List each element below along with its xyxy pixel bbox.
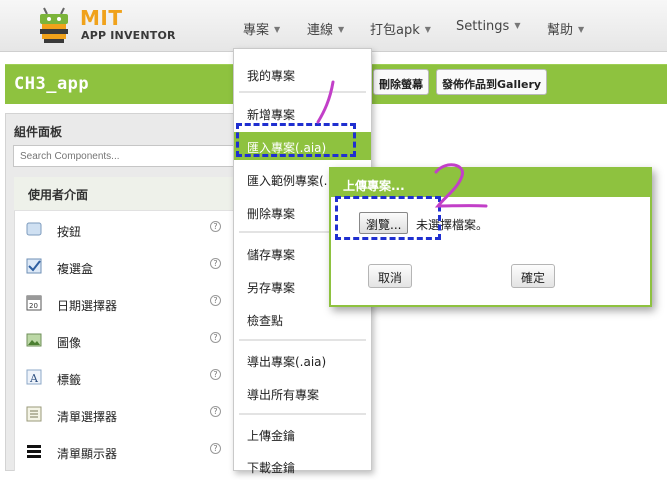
caret-down-icon: ▼ bbox=[514, 21, 521, 30]
caret-down-icon: ▼ bbox=[578, 25, 585, 34]
caret-down-icon: ▼ bbox=[274, 25, 281, 34]
svg-text:20: 20 bbox=[29, 302, 38, 310]
menu-item-download-keystore[interactable]: 下載金鑰 bbox=[234, 452, 371, 480]
remove-screen-button[interactable]: 刪除螢幕 bbox=[373, 69, 429, 95]
nav-settings-label: Settings bbox=[456, 19, 510, 34]
menu-item-my-projects[interactable]: 我的專案 bbox=[234, 60, 371, 88]
palette-item-checkbox[interactable]: 複選盒 ? bbox=[14, 249, 236, 285]
list-view-icon bbox=[27, 445, 41, 458]
palette-item-label: 圖像 bbox=[57, 336, 82, 350]
palette-title: 組件面板 bbox=[14, 125, 63, 139]
nav-help-label: 幫助 bbox=[547, 23, 574, 38]
nav-build-label: 打包apk bbox=[370, 23, 420, 38]
nav-project-menu[interactable]: 專案 ▼ bbox=[243, 19, 280, 38]
button-icon bbox=[26, 222, 42, 236]
calendar-icon: 20 bbox=[26, 295, 42, 311]
nav-connect-menu[interactable]: 連線 ▼ bbox=[307, 19, 344, 38]
help-icon[interactable]: ? bbox=[210, 406, 221, 417]
publish-gallery-button[interactable]: 發佈作品到Gallery bbox=[436, 69, 548, 95]
search-components-input[interactable] bbox=[13, 145, 235, 167]
logo-subtitle: APP INVENTOR bbox=[81, 29, 176, 42]
palette-item-label: 清單選擇器 bbox=[57, 410, 118, 424]
help-icon[interactable]: ? bbox=[210, 443, 221, 454]
logo-title: MIT bbox=[80, 6, 123, 30]
caret-down-icon: ▼ bbox=[338, 25, 345, 34]
checkbox-icon bbox=[26, 258, 42, 274]
category-label: 使用者介面 bbox=[28, 188, 89, 202]
palette-item-button[interactable]: 按鈕 ? bbox=[14, 212, 236, 248]
menu-separator bbox=[239, 339, 366, 341]
ok-button[interactable]: 確定 bbox=[511, 264, 556, 288]
palette-item-label: 按鈕 bbox=[57, 225, 82, 239]
palette-category-user-interface[interactable]: 使用者介面 bbox=[14, 177, 236, 211]
app-inventor-logo-icon[interactable] bbox=[34, 4, 74, 46]
project-title: CH3_app bbox=[14, 74, 90, 94]
palette-item-datepicker[interactable]: 20 日期選擇器 ? bbox=[14, 286, 236, 322]
label-icon: A bbox=[26, 369, 42, 385]
menu-item-checkpoint[interactable]: 檢查點 bbox=[234, 305, 371, 333]
list-picker-icon bbox=[26, 406, 42, 422]
help-icon[interactable]: ? bbox=[210, 221, 221, 232]
svg-text:A: A bbox=[29, 372, 39, 385]
menu-item-upload-keystore[interactable]: 上傳金鑰 bbox=[234, 420, 371, 448]
menu-separator bbox=[239, 413, 366, 415]
annotation-highlight-box bbox=[236, 123, 356, 157]
palette-item-label: 清單顯示器 bbox=[57, 447, 118, 461]
annotation-highlight-box bbox=[335, 196, 441, 240]
help-icon[interactable]: ? bbox=[210, 369, 221, 380]
caret-down-icon: ▼ bbox=[424, 25, 431, 34]
palette-item-image[interactable]: 圖像 ? bbox=[14, 323, 236, 359]
help-icon[interactable]: ? bbox=[210, 295, 221, 306]
palette-item-label-component[interactable]: A 標籤 ? bbox=[14, 360, 236, 396]
palette-item-listpicker[interactable]: 清單選擇器 ? bbox=[14, 397, 236, 433]
cancel-button[interactable]: 取消 bbox=[368, 264, 413, 288]
menu-item-export-project-aia[interactable]: 導出專案(.aia) bbox=[234, 346, 371, 374]
nav-build-menu[interactable]: 打包apk ▼ bbox=[370, 19, 431, 38]
image-icon bbox=[26, 333, 42, 347]
menu-item-export-all-projects[interactable]: 導出所有專案 bbox=[234, 379, 371, 407]
palette-item-label: 日期選擇器 bbox=[57, 299, 118, 313]
help-icon[interactable]: ? bbox=[210, 258, 221, 269]
dialog-title: 上傳專案... bbox=[331, 169, 650, 197]
nav-project-label: 專案 bbox=[243, 23, 270, 38]
palette-item-label: 標籤 bbox=[57, 373, 82, 387]
nav-help-menu[interactable]: 幫助 ▼ bbox=[547, 19, 584, 38]
palette-item-label: 複選盒 bbox=[57, 262, 94, 276]
palette-item-listview[interactable]: 清單顯示器 ? bbox=[14, 434, 236, 470]
help-icon[interactable]: ? bbox=[210, 332, 221, 343]
nav-connect-label: 連線 bbox=[307, 23, 334, 38]
top-header: MIT APP INVENTOR 專案 ▼ 連線 ▼ 打包apk ▼ Settings… bbox=[0, 0, 667, 52]
menu-separator bbox=[239, 91, 366, 93]
nav-settings-menu[interactable]: Settings ▼ bbox=[456, 19, 520, 34]
